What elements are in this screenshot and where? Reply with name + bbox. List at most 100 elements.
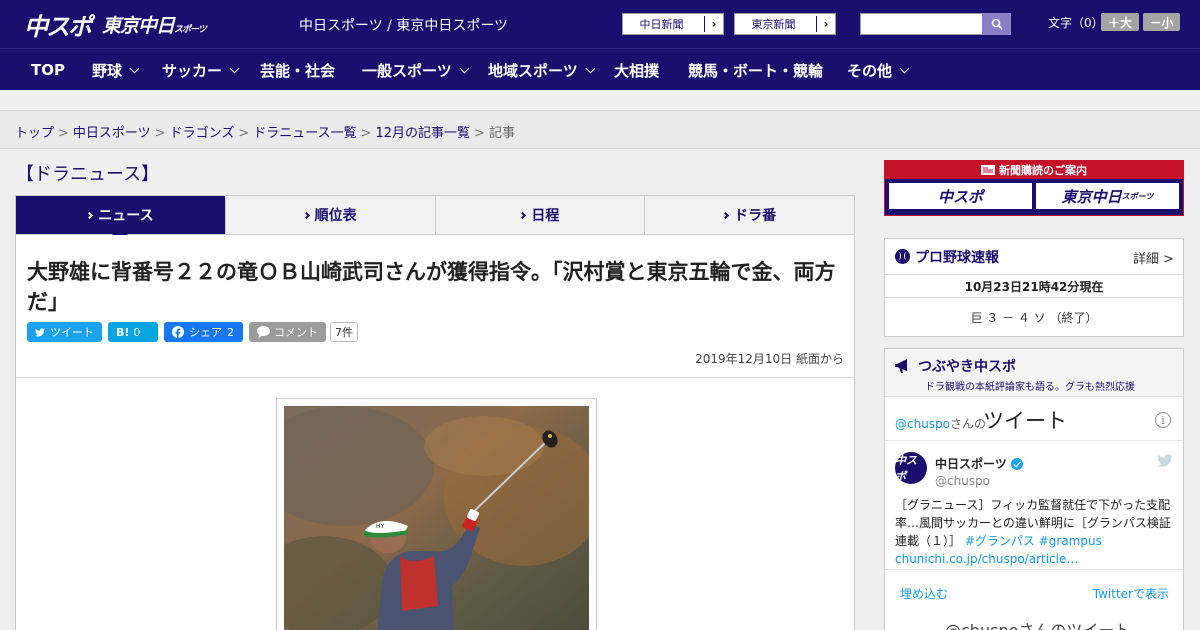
breadcrumb-dragons[interactable]: ドラゴンズ xyxy=(170,126,235,141)
nav-item-label: サッカー xyxy=(162,61,223,80)
subscription-title: 新聞購読のご案内 xyxy=(999,164,1087,177)
breadcrumb: トップ > 中日スポーツ > ドラゴンズ > ドラニュース一覧 >12月の記事一覧 > 記事 xyxy=(15,122,515,141)
comment-icon xyxy=(257,326,270,338)
comment-label: コメント xyxy=(274,326,318,339)
article-dateline: 2019年12月10日 紙面から xyxy=(695,352,844,366)
tweet-author[interactable]: 中日スポーツ xyxy=(935,455,1023,472)
paper-link-label: 中日新聞 xyxy=(623,16,705,32)
breadcrumb-separator: > xyxy=(360,126,372,141)
nav-item-local-sports[interactable]: 地域スポーツ xyxy=(488,49,596,91)
chevron-down-icon xyxy=(585,63,596,73)
logo-chuspo: 中スポ xyxy=(24,12,92,41)
breadcrumb-december-list[interactable]: 12月の記事一覧 xyxy=(376,126,471,141)
timeline-label: ツイート xyxy=(983,409,1067,433)
score-result[interactable]: 巨 ３ － ４ ソ （終了） xyxy=(885,298,1183,336)
twitter-widget-title-row: つぶやき中スポ xyxy=(895,356,1183,376)
chevron-right-icon xyxy=(519,211,527,219)
paper-link-label: 東京新聞 xyxy=(735,16,817,32)
tweet-button[interactable]: ツイート xyxy=(27,322,102,342)
hatena-bookmark-button[interactable]: B! 0 xyxy=(108,322,158,342)
nav-item-other[interactable]: その他 xyxy=(847,49,910,91)
baseball-score-widget: プロ野球速報 詳細 > 10月23日21時42分現在 巨 ３ － ４ ソ （終了… xyxy=(884,238,1184,337)
twitter-widget-header: つぶやき中スポ ドラ観戦の本紙評論家も語る。グラも熱烈応援 xyxy=(885,349,1183,397)
nav-item-keiba[interactable]: 競馬・ボート・競輪 xyxy=(688,49,823,91)
nav-item-label: 芸能・社会 xyxy=(260,61,336,80)
tab-label: 順位表 xyxy=(314,208,357,224)
info-icon[interactable]: i xyxy=(1155,412,1171,428)
search-input[interactable] xyxy=(860,13,983,35)
article-photo[interactable]: HY xyxy=(284,406,589,630)
main-nav: TOP 野球 サッカー 芸能・社会 一般スポーツ 地域スポーツ 大相撲 競馬・ボ… xyxy=(0,48,1200,90)
subscription-banner[interactable]: 新聞購読のご案内 中スポ 東京中日 スポーツ xyxy=(884,160,1184,216)
logo-tokyo-text: 東京中日 xyxy=(102,14,175,37)
divider xyxy=(16,377,854,378)
subscription-header: 新聞購読のご案内 xyxy=(885,161,1183,179)
subscribe-chuspo-logo[interactable]: 中スポ xyxy=(889,183,1032,209)
nav-item-top[interactable]: TOP xyxy=(31,49,65,91)
breadcrumb-top[interactable]: トップ xyxy=(15,126,54,141)
tab-label: ニュース xyxy=(98,208,154,224)
breadcrumb-current: 記事 xyxy=(488,126,515,141)
subscription-logos: 中スポ 東京中日 スポーツ xyxy=(885,179,1183,213)
twitter-widget-title: つぶやき中スポ xyxy=(918,359,1016,375)
verified-icon xyxy=(1010,457,1023,470)
top-bar: 中スポ 東京中日スポーツ 中日スポーツ / 東京中日スポーツ 中日新聞 › 東京… xyxy=(0,0,1200,48)
tab-news[interactable]: ニュース xyxy=(16,196,226,242)
more-tweets-heading[interactable]: @chuspoさんのツイート xyxy=(945,617,1130,630)
timeline-header: @chuspoさんの ツイート i xyxy=(885,397,1183,441)
tab-standings[interactable]: 順位表 xyxy=(226,196,436,234)
section-title: 【ドラニュース】 xyxy=(16,164,160,185)
twitter-bird-icon[interactable] xyxy=(1157,454,1173,467)
subscribe-tokyo-chunichi-logo[interactable]: 東京中日 スポーツ xyxy=(1036,183,1179,209)
nav-item-label: その他 xyxy=(847,61,893,80)
breadcrumb-chunichi-sports[interactable]: 中日スポーツ xyxy=(73,126,151,141)
tokyo-shimbun-link[interactable]: 東京新聞 › xyxy=(734,13,836,35)
timeline-user[interactable]: @chuspoさんの xyxy=(895,415,986,432)
tweet-author-name: 中日スポーツ xyxy=(935,457,1007,471)
tab-label: 日程 xyxy=(531,208,560,224)
facebook-label: シェア xyxy=(189,326,222,339)
facebook-count: 2 xyxy=(227,325,234,339)
nav-item-baseball[interactable]: 野球 xyxy=(92,49,140,91)
comment-count[interactable]: 7件 xyxy=(330,322,358,342)
subscribe-tokyo-small: スポーツ xyxy=(1121,191,1154,201)
chevron-right-icon: › xyxy=(711,17,717,31)
score-header: プロ野球速報 詳細 > xyxy=(885,239,1183,275)
tab-schedule[interactable]: 日程 xyxy=(436,196,646,234)
nav-item-general-sports[interactable]: 一般スポーツ xyxy=(362,49,470,91)
nav-item-soccer[interactable]: サッカー xyxy=(162,49,240,91)
score-detail-link[interactable]: 詳細 > xyxy=(1133,248,1174,267)
tweet-link[interactable]: chunichi.co.jp/chuspo/article… xyxy=(895,550,1175,568)
comment-button[interactable]: コメント xyxy=(249,322,326,342)
tab-dora-ban[interactable]: ドラ番 xyxy=(645,196,854,234)
chevron-right-icon: › xyxy=(823,17,829,31)
nav-item-label: TOP xyxy=(31,61,65,79)
nav-item-label: 野球 xyxy=(92,61,123,80)
hatena-count: 0 xyxy=(133,325,141,339)
view-on-twitter-link[interactable]: Twitterで表示 xyxy=(1093,585,1169,602)
facebook-icon xyxy=(172,326,184,338)
timeline-user-handle: @chuspo xyxy=(895,417,951,431)
tweet-hashtags[interactable]: #グランパス #grampus xyxy=(965,534,1102,548)
nav-item-entertainment[interactable]: 芸能・社会 xyxy=(260,49,335,91)
facebook-share-button[interactable]: シェア 2 xyxy=(164,322,243,342)
nav-item-sumo[interactable]: 大相撲 xyxy=(614,49,659,91)
font-smaller-button[interactable]: －小 xyxy=(1143,13,1180,31)
svg-text:HY: HY xyxy=(376,523,385,530)
breadcrumb-separator: > xyxy=(474,126,485,141)
chunichi-shimbun-link[interactable]: 中日新聞 › xyxy=(622,13,724,35)
breadcrumb-dora-news-list[interactable]: ドラニュース一覧 xyxy=(253,126,356,141)
tweet-card[interactable]: 中スポ 中日スポーツ @chuspo ［グラニュース］フィッカ監督就任で下がった… xyxy=(885,442,1183,570)
tweet-label: ツイート xyxy=(50,326,94,339)
article-photo-frame: HY xyxy=(276,398,597,630)
timeline-user-suffix: さんの xyxy=(950,417,987,431)
avatar[interactable]: 中スポ xyxy=(895,452,927,484)
site-logo[interactable]: 中スポ 東京中日スポーツ xyxy=(24,8,207,41)
search-button[interactable] xyxy=(982,13,1011,35)
embed-link[interactable]: 埋め込む xyxy=(900,585,948,602)
subscribe-tokyo-text: 東京中日 xyxy=(1061,187,1122,206)
chevron-right-icon xyxy=(302,211,310,219)
tweet-handle[interactable]: @chuspo xyxy=(935,474,990,488)
font-larger-button[interactable]: ＋大 xyxy=(1101,13,1139,31)
logo-tokyo-small: スポーツ xyxy=(174,24,207,35)
